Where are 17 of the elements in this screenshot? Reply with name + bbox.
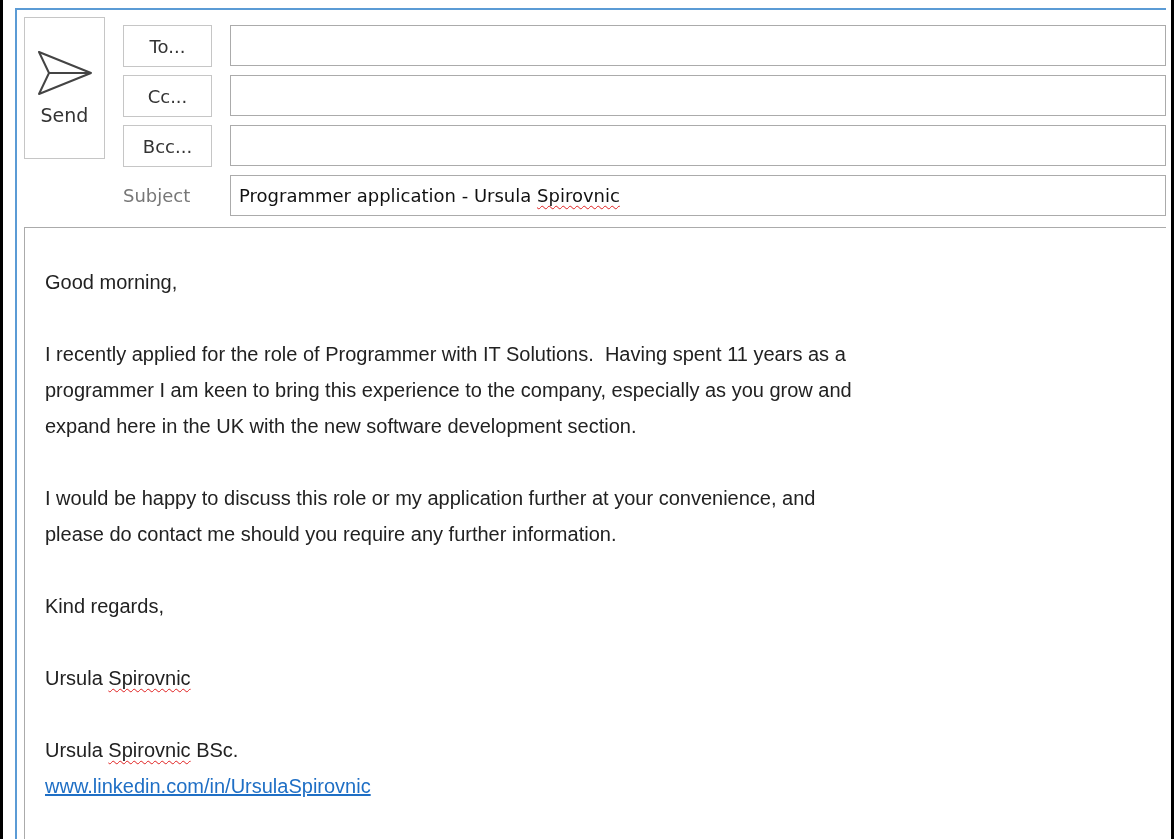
subject-field[interactable]: Programmer application - Ursula Spirovnic: [230, 175, 1166, 216]
body-paragraph: Ursula Spirovnic BSc. www.linkedin.com/in/UrsulaSpirovnic: [45, 738, 372, 799]
recipient-field[interactable]: [230, 75, 1166, 116]
profile-link[interactable]: www.linkedin.com/in/UrsulaSpirovnic: [45, 775, 371, 797]
recipient-field[interactable]: [230, 125, 1166, 166]
body-paragraph: Ursula Spirovnic: [45, 666, 192, 691]
recipient-button[interactable]: Cc...: [123, 75, 212, 117]
recipient-button[interactable]: Bcc...: [123, 125, 212, 167]
recipient-field[interactable]: [230, 25, 1166, 66]
recipient-button[interactable]: To...: [123, 25, 212, 67]
subject-label: Subject: [123, 185, 192, 206]
send-button[interactable]: Send: [24, 17, 105, 159]
body-paragraph: I would be happy to discuss this role or my application further at your convenience, and please do contact me should you require any further information.: [45, 486, 817, 547]
body-paragraph: I recently applied for the role of Programmer with IT Solutions. Having spent 11 years as a programmer I am keen to bring this experience to the company, especially as you grow and expand here in the UK with the new software development section.: [45, 342, 853, 439]
send-icon: [36, 50, 93, 96]
body-paragraph: Good morning,: [45, 270, 179, 295]
body-paragraph: Kind regards,: [45, 594, 165, 619]
